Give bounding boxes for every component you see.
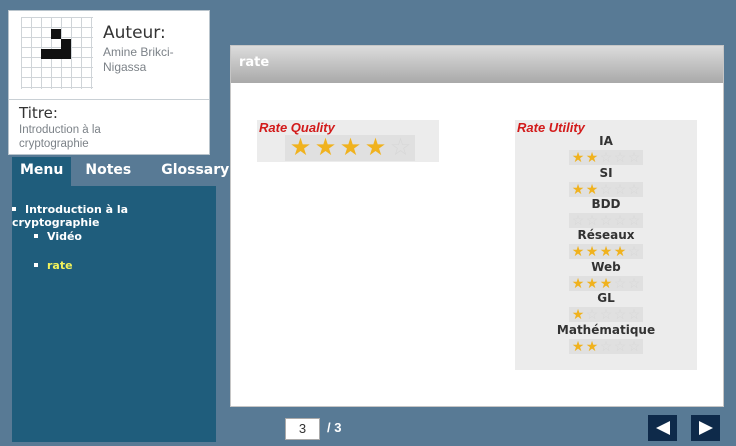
utility-stars[interactable]: ★★☆☆☆ [569,339,643,354]
star-icon[interactable]: ☆ [599,307,613,322]
star-icon[interactable]: ★ [585,150,599,165]
star-icon[interactable]: ☆ [388,136,413,160]
star-icon[interactable]: ☆ [613,150,627,165]
star-icon[interactable]: ☆ [613,276,627,291]
utility-stars[interactable]: ★☆☆☆☆ [569,307,643,322]
rate-utility-label: Rate Utility [517,120,585,135]
utility-category-label: SI [599,166,613,180]
star-icon[interactable]: ☆ [627,307,641,322]
next-button[interactable] [691,415,720,441]
utility-category-label: Mathématique [556,323,656,337]
course-info-card: Auteur: Amine Brikci-Nigassa Titre: Intr… [8,10,210,155]
utility-rating-row: Mathématique ★★☆☆☆ [515,323,697,356]
utility-rating-row: GL ★☆☆☆☆ [515,291,697,324]
star-icon[interactable]: ★ [585,182,599,197]
utility-stars[interactable]: ★★★☆☆ [569,276,643,291]
star-icon[interactable]: ★ [613,244,627,259]
author-label: Auteur: [103,23,166,43]
utility-category-label: Réseaux [577,228,635,242]
star-icon[interactable]: ★ [585,244,599,259]
star-icon[interactable]: ★ [288,136,313,160]
rate-quality-stars[interactable]: ★ ★ ★ ★ ☆ [285,135,415,161]
utility-stars[interactable]: ★★★★☆ [569,244,643,259]
star-icon[interactable]: ☆ [613,307,627,322]
star-icon[interactable]: ☆ [627,213,641,228]
star-icon[interactable]: ★ [571,150,585,165]
bullet-icon [34,263,38,267]
star-icon[interactable]: ☆ [613,339,627,354]
star-icon[interactable]: ★ [313,136,338,160]
star-icon[interactable]: ☆ [627,244,641,259]
menu-item-introduction[interactable]: Introduction à la cryptographie [12,203,216,229]
star-icon[interactable]: ☆ [599,150,613,165]
star-icon[interactable]: ★ [571,339,585,354]
utility-rating-row: Web ★★★☆☆ [515,260,697,293]
course-title: Introduction à la cryptographie [19,124,101,150]
star-icon[interactable]: ★ [363,136,388,160]
star-icon[interactable]: ☆ [599,213,613,228]
star-icon[interactable]: ★ [571,244,585,259]
star-icon[interactable]: ☆ [627,276,641,291]
star-icon[interactable]: ★ [585,276,599,291]
star-icon[interactable]: ☆ [613,213,627,228]
star-icon[interactable]: ★ [571,276,585,291]
author-name: Amine Brikci-Nigassa [103,45,174,74]
star-icon[interactable]: ★ [585,339,599,354]
page-number-input[interactable]: 3 [285,418,320,440]
tab-notes[interactable]: Notes [77,157,139,187]
star-icon[interactable]: ☆ [599,339,613,354]
content-header: rate [231,46,723,83]
utility-rating-row: Réseaux ★★★★☆ [515,228,697,261]
menu-item-label: Vidéo [47,230,82,243]
utility-category-label: GL [597,291,615,305]
utility-rating-row: SI ★★☆☆☆ [515,166,697,199]
page-total: / 3 [327,420,342,435]
logo-icon [21,17,93,89]
utility-category-label: BDD [591,197,621,211]
star-icon[interactable]: ★ [571,307,585,322]
sidebar-tabs: Menu Notes Glossary [12,157,229,187]
utility-category-label: IA [599,134,613,148]
content-panel: rate Rate Quality ★ ★ ★ ★ ☆ Rate Utility IA ★… [230,45,724,407]
menu-item-video[interactable]: Vidéo [34,230,82,243]
tab-glossary[interactable]: Glossary [153,157,237,187]
star-icon[interactable]: ★ [571,182,585,197]
star-icon[interactable]: ☆ [627,339,641,354]
divider [9,99,209,100]
star-icon[interactable]: ☆ [571,213,585,228]
utility-rating-row: BDD ☆☆☆☆☆ [515,197,697,230]
star-icon[interactable]: ★ [599,276,613,291]
sidebar-menu: Introduction à la cryptographie Vidéo ra… [12,186,216,442]
utility-stars[interactable]: ☆☆☆☆☆ [569,213,643,228]
utility-category-label: Web [591,260,621,274]
bullet-icon [34,234,38,238]
star-icon[interactable]: ☆ [585,213,599,228]
bullet-icon [12,207,16,211]
star-icon[interactable]: ☆ [585,307,599,322]
arrow-right-icon [698,421,713,435]
star-icon[interactable]: ★ [338,136,363,160]
menu-item-label: rate [47,259,73,272]
star-icon[interactable]: ☆ [599,182,613,197]
title-label: Titre: [19,104,58,122]
star-icon[interactable]: ☆ [627,182,641,197]
utility-stars[interactable]: ★★☆☆☆ [569,150,643,165]
arrow-left-icon [655,421,670,435]
menu-item-rate[interactable]: rate [34,259,73,272]
tab-menu[interactable]: Menu [12,157,72,187]
star-icon[interactable]: ★ [599,244,613,259]
star-icon[interactable]: ☆ [627,150,641,165]
prev-button[interactable] [648,415,677,441]
utility-rating-row: IA ★★☆☆☆ [515,134,697,167]
rate-quality-label: Rate Quality [259,120,335,135]
menu-item-label: Introduction à la cryptographie [12,203,129,229]
utility-stars[interactable]: ★★☆☆☆ [569,182,643,197]
star-icon[interactable]: ☆ [613,182,627,197]
